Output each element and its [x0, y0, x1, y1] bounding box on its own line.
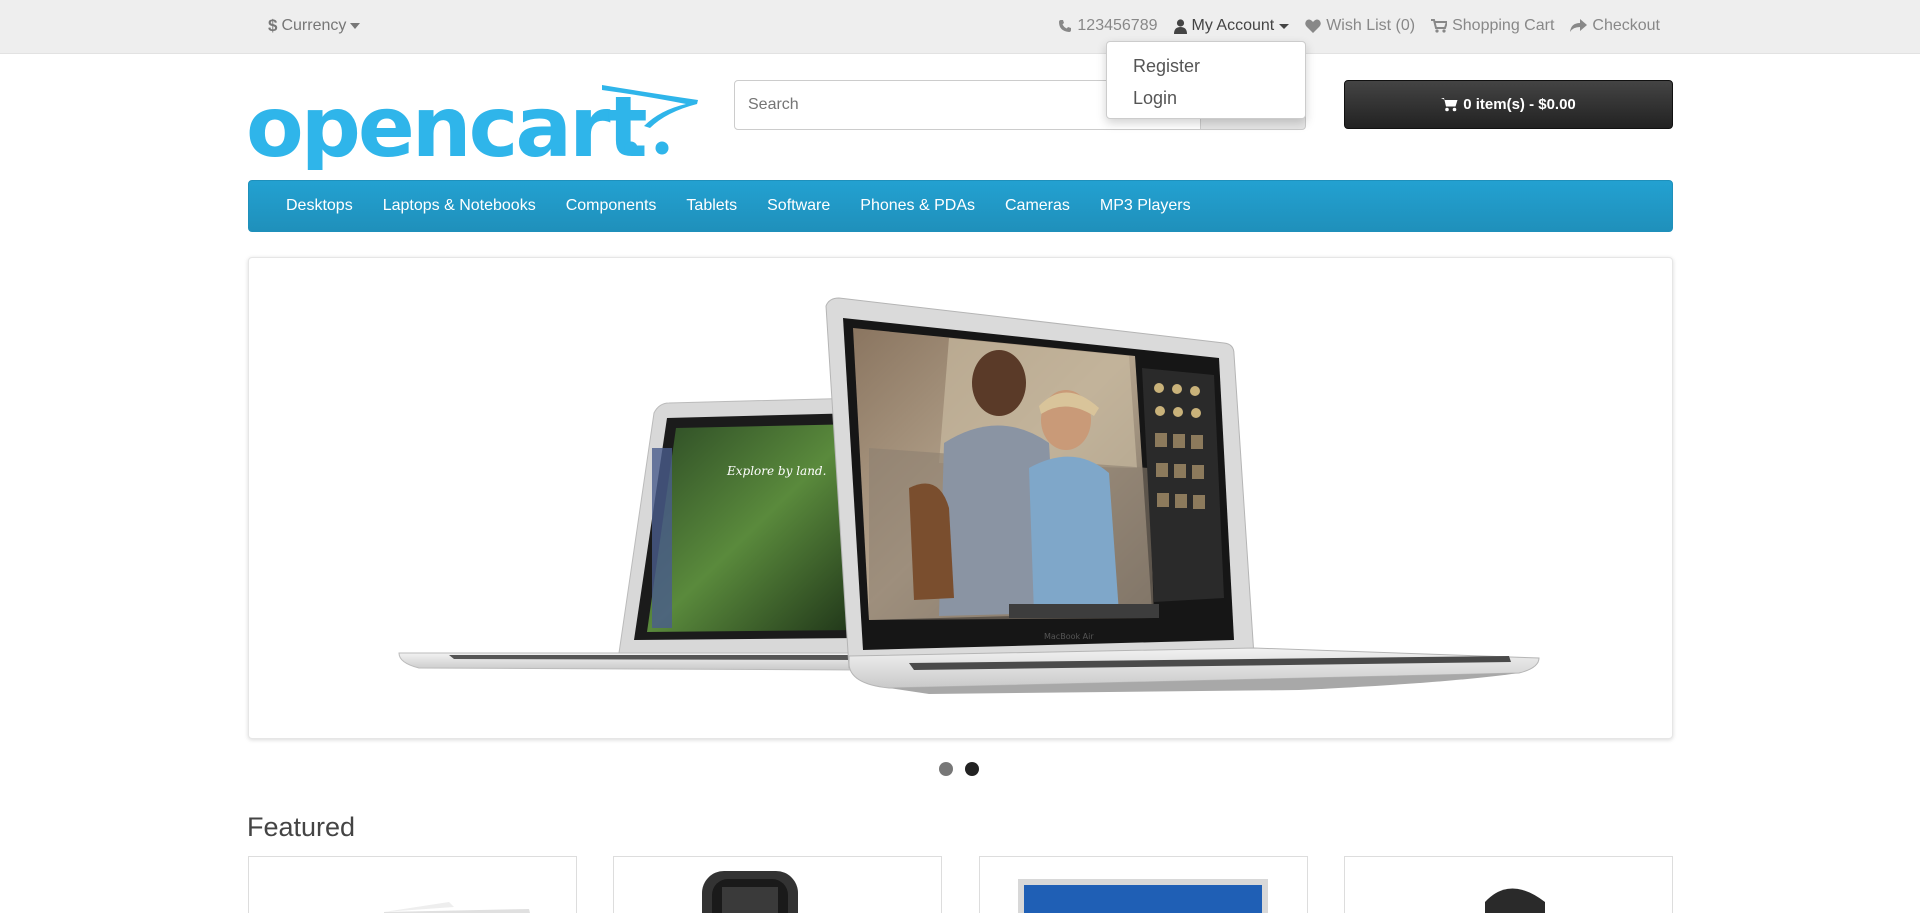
featured-products: [248, 856, 1673, 913]
opencart-logo[interactable]: opencart: [246, 78, 698, 176]
phone-number: 123456789: [1077, 17, 1158, 34]
cart-button[interactable]: 0 item(s) - $0.00: [1344, 80, 1673, 129]
phone-link[interactable]: 123456789: [1058, 17, 1158, 35]
featured-heading: Featured: [247, 812, 356, 842]
product-card[interactable]: [979, 856, 1308, 913]
login-menu-item[interactable]: Login: [1107, 82, 1305, 114]
user-icon: [1173, 18, 1187, 34]
currency-label: Currency: [281, 17, 347, 34]
front-laptop-label: MacBook Air: [1044, 632, 1094, 641]
slide-back-laptop-text: Explore by land.: [726, 464, 826, 478]
top-bar: $ Currency 123456789 My Account Wish Lis…: [0, 0, 1920, 54]
menu-item-mp3-players[interactable]: MP3 Players: [1085, 180, 1206, 232]
shopping-cart-link[interactable]: Shopping Cart: [1431, 17, 1554, 35]
slide-dot-1[interactable]: [939, 762, 953, 776]
slideshow-pagination: [939, 762, 979, 776]
category-menu: Desktops Laptops & Notebooks Components …: [248, 180, 1673, 232]
product-image-macbook: [384, 902, 530, 913]
shopping-cart-icon: [1431, 19, 1448, 33]
logo-text: opencart: [246, 80, 647, 170]
menu-item-phones-pdas[interactable]: Phones & PDAs: [845, 180, 990, 232]
product-card[interactable]: [1344, 856, 1673, 913]
shopping-cart-icon: [1441, 98, 1458, 112]
slide-dot-2-active[interactable]: [965, 762, 979, 776]
opencart-logo-image: opencart: [246, 78, 698, 176]
product-image-cinema-display: [1018, 879, 1268, 913]
heart-icon: [1305, 19, 1321, 33]
product-card[interactable]: [248, 856, 577, 913]
share-arrow-icon: [1570, 19, 1588, 32]
menu-item-software[interactable]: Software: [752, 180, 845, 232]
product-card[interactable]: [613, 856, 942, 913]
caret-down-icon: [1279, 24, 1290, 29]
menu-item-desktops[interactable]: Desktops: [271, 180, 368, 232]
shopping-cart-label: Shopping Cart: [1452, 17, 1555, 34]
my-account-label: My Account: [1191, 17, 1275, 34]
my-account-dropdown[interactable]: My Account: [1173, 17, 1290, 35]
menu-item-laptops-notebooks[interactable]: Laptops & Notebooks: [368, 180, 551, 232]
cart-summary: 0 item(s) - $0.00: [1463, 96, 1576, 113]
slideshow[interactable]: Explore by land. MacBook Air: [248, 257, 1673, 739]
caret-down-icon: [350, 23, 361, 29]
menu-item-components[interactable]: Components: [551, 180, 672, 232]
top-links: 123456789 My Account Wish List (0) Shopp…: [1042, 14, 1660, 38]
product-image-iphone: [702, 871, 798, 913]
register-menu-item[interactable]: Register: [1107, 50, 1305, 82]
phone-icon: [1059, 20, 1072, 32]
checkout-link[interactable]: Checkout: [1570, 17, 1660, 35]
currency-symbol: $: [268, 16, 278, 35]
wish-list-link[interactable]: Wish List (0): [1305, 17, 1415, 35]
product-image-canon-camera: [1485, 888, 1545, 913]
checkout-label: Checkout: [1592, 17, 1660, 34]
account-dropdown-menu: Register Login: [1106, 41, 1306, 119]
currency-dropdown[interactable]: $ Currency: [268, 14, 361, 38]
slide-image-macbook-air: Explore by land. MacBook Air: [398, 297, 1540, 694]
menu-item-cameras[interactable]: Cameras: [990, 180, 1085, 232]
wish-list-label: Wish List (0): [1326, 17, 1416, 34]
menu-item-tablets[interactable]: Tablets: [671, 180, 752, 232]
